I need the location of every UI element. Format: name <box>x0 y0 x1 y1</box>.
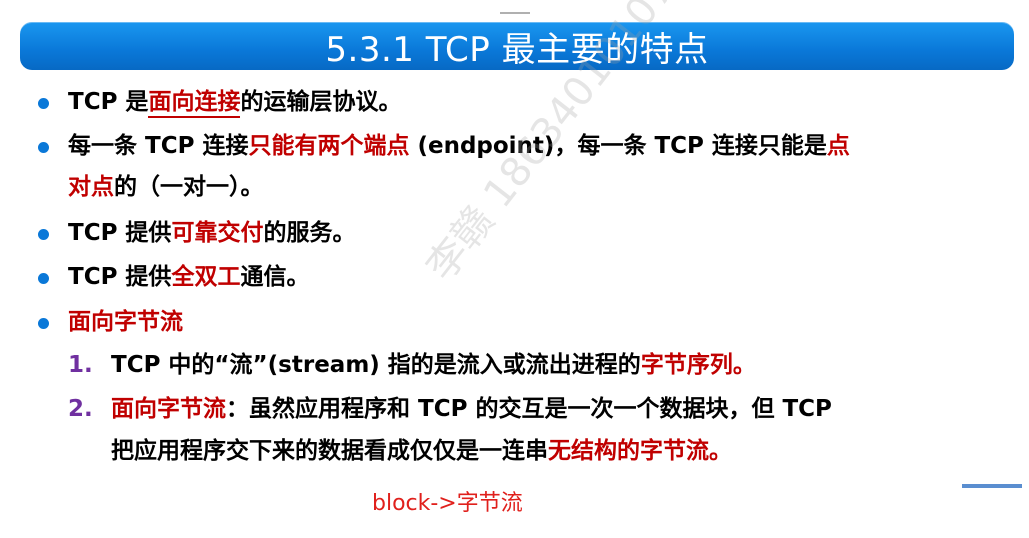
sub-item-2-highlight: 面向字节流 <box>111 396 226 422</box>
bullet-dot-icon <box>38 229 49 240</box>
bullet-1-text: TCP 是 <box>68 89 149 115</box>
sub-item-1-highlight: 字节序列。 <box>640 352 756 378</box>
bullet-1: TCP 是面向连接的运输层协议。 <box>68 87 402 118</box>
corner-mark <box>962 484 1022 488</box>
sub-item-2-line-2-highlight: 无结构的字节流。 <box>548 438 732 464</box>
sub-item-1-number: 1. <box>68 352 93 378</box>
bullet-4-text: TCP 提供 <box>68 264 172 290</box>
bullet-2-highlight-2: 点 <box>826 133 850 159</box>
sub-item-2-text: ：虽然应用程序和 TCP 的交互是一次一个数据块，但 TCP <box>226 396 832 422</box>
bullet-3: TCP 提供可靠交付的服务。 <box>68 218 355 248</box>
bullet-1-text-end: 的运输层协议。 <box>240 89 402 115</box>
bullet-2: 每一条 TCP 连接只能有两个端点 (endpoint)，每一条 TCP 连接只… <box>68 131 850 161</box>
bullet-dot-icon <box>38 273 49 284</box>
bullet-dot-icon <box>38 142 49 153</box>
bullet-1-highlight: 面向连接 <box>148 89 241 118</box>
sub-item-1-text: TCP 中的“流”(stream) 指的是流入或流出进程的 <box>111 352 641 378</box>
bullet-5-highlight: 面向字节流 <box>68 309 183 335</box>
bullet-3-highlight: 可靠交付 <box>171 220 264 246</box>
slide-title: 5.3.1 TCP 最主要的特点 <box>325 29 709 70</box>
handwritten-annotation: block->字节流 <box>372 491 523 516</box>
bullet-4: TCP 提供全双工通信。 <box>68 262 309 292</box>
bullet-2-text-mid: (endpoint)，每一条 TCP 连接只能是 <box>409 133 827 159</box>
bullet-2-line-2-text: 的（一对一）。 <box>114 174 264 200</box>
bullet-2-line-2-highlight: 对点 <box>68 174 114 200</box>
bullet-dot-icon <box>38 318 49 329</box>
sub-item-1: TCP 中的“流”(stream) 指的是流入或流出进程的字节序列。 <box>111 350 756 380</box>
bullet-3-text: TCP 提供 <box>68 220 172 246</box>
slide-title-bar: 5.3.1 TCP 最主要的特点 <box>20 22 1014 70</box>
bullet-4-highlight: 全双工 <box>171 264 241 290</box>
bullet-2-text: 每一条 TCP 连接 <box>68 133 249 159</box>
sub-item-2-line-2-text: 把应用程序交下来的数据看成仅仅是一连串 <box>111 438 548 464</box>
bullet-dot-icon <box>38 98 49 109</box>
sub-item-2: 面向字节流：虽然应用程序和 TCP 的交互是一次一个数据块，但 TCP <box>111 394 832 424</box>
sub-item-2-number: 2. <box>68 396 93 422</box>
bullet-4-text-end: 通信。 <box>240 264 310 290</box>
sub-item-2-line-2: 把应用程序交下来的数据看成仅仅是一连串无结构的字节流。 <box>111 436 732 466</box>
bullet-3-text-end: 的服务。 <box>263 220 356 246</box>
bullet-5: 面向字节流 <box>68 307 183 337</box>
top-edge-mark <box>500 12 530 14</box>
bullet-2-highlight: 只能有两个端点 <box>248 133 410 159</box>
bullet-2-line-2: 对点的（一对一）。 <box>68 172 264 202</box>
